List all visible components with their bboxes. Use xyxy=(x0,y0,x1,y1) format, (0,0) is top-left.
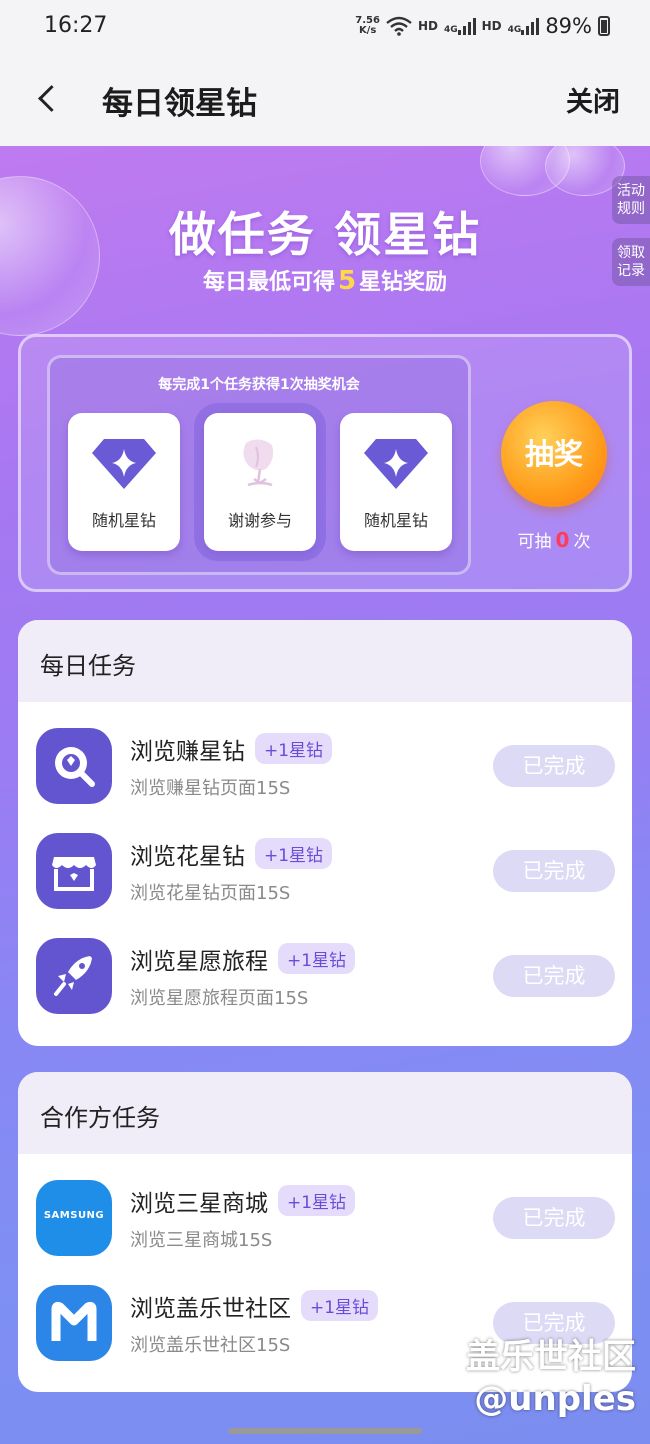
completed-button[interactable]: 已完成 xyxy=(493,955,615,997)
home-indicator[interactable] xyxy=(228,1428,422,1434)
reward-badge: +1星钻 xyxy=(255,733,333,764)
task-description: 浏览花星钻页面15S xyxy=(130,883,291,904)
card-title: 每日任务 xyxy=(18,620,632,702)
card-title: 合作方任务 xyxy=(18,1072,632,1154)
task-description: 浏览三星商城15S xyxy=(130,1230,273,1251)
task-name: 浏览三星商城 xyxy=(130,1191,268,1217)
samsung-logo-icon: SAMSUNG xyxy=(36,1180,112,1256)
draw-count-suffix: 次 xyxy=(573,532,591,552)
task-title: 浏览花星钻 +1星钻 xyxy=(130,837,333,871)
draw-count: 可抽 0 次 xyxy=(481,527,627,552)
task-row: SAMSUNG 浏览三星商城 +1星钻 浏览三星商城15S 已完成 xyxy=(18,1180,632,1260)
hero-sub-suffix: 星钻奖励 xyxy=(359,270,448,295)
prize-card-highlighted: 谢谢参与 xyxy=(204,413,316,551)
prize-label: 随机星钻 xyxy=(363,511,428,530)
watermark: 盖乐世社区 @unples xyxy=(466,1336,636,1420)
search-diamond-icon xyxy=(36,728,112,804)
diamond-icon xyxy=(92,439,156,489)
claim-records-tab[interactable]: 领取记录 xyxy=(612,238,650,286)
task-title: 浏览赚星钻 +1星钻 xyxy=(130,732,333,766)
rocket-icon xyxy=(36,938,112,1014)
completed-button[interactable]: 已完成 xyxy=(493,1197,615,1239)
prize-card: 随机星钻 xyxy=(68,413,180,551)
net-speed: 7.56 K/s xyxy=(355,16,380,36)
task-row: 浏览星愿旅程 +1星钻 浏览星愿旅程页面15S 已完成 xyxy=(18,938,632,1018)
wifi-icon xyxy=(386,16,412,36)
reward-badge: +1星钻 xyxy=(278,943,356,974)
sim2-hd: HD xyxy=(481,19,502,33)
watermark-line1: 盖乐世社区 xyxy=(466,1337,636,1377)
sim1-hd: HD xyxy=(417,19,438,33)
task-row: 浏览花星钻 +1星钻 浏览花星钻页面15S 已完成 xyxy=(18,833,632,913)
task-title: 浏览盖乐世社区 +1星钻 xyxy=(130,1289,379,1323)
app-header: 每日领星钻 关闭 xyxy=(0,56,650,146)
samsung-logo-text: SAMSUNG xyxy=(43,1210,105,1221)
task-name: 浏览赚星钻 xyxy=(130,739,245,765)
signal-1-icon xyxy=(457,17,476,35)
page-title: 每日领星钻 xyxy=(102,86,257,122)
draw-count-number: 0 xyxy=(555,528,570,552)
hero-sub-prefix: 每日最低可得 xyxy=(202,270,335,295)
prize-label: 随机星钻 xyxy=(91,511,156,530)
sim2-net: 4G xyxy=(507,25,522,35)
battery-percent: 89% xyxy=(545,14,592,38)
activity-rules-tab[interactable]: 活动规则 xyxy=(612,176,650,224)
lottery-panel: 每完成1个任务获得1次抽奖机会 随机星钻 谢谢参与 随机星钻 抽奖 可抽 0 次 xyxy=(18,334,632,592)
sad-flower-icon xyxy=(243,439,274,487)
close-button[interactable]: 关闭 xyxy=(566,80,620,119)
back-arrow-icon[interactable] xyxy=(30,82,66,118)
task-title: 浏览星愿旅程 +1星钻 xyxy=(130,942,356,976)
draw-count-prefix: 可抽 xyxy=(517,532,552,552)
diamond-icon xyxy=(364,439,428,489)
prize-card: 随机星钻 xyxy=(340,413,452,551)
completed-button[interactable]: 已完成 xyxy=(493,745,615,787)
signal-2-icon xyxy=(521,17,540,35)
status-indicators: 7.56 K/s HD 4G HD 4G 89% xyxy=(355,14,610,38)
task-description: 浏览赚星钻页面15S xyxy=(130,778,291,799)
battery-icon xyxy=(598,16,610,36)
task-description: 浏览星愿旅程页面15S xyxy=(130,988,309,1009)
status-time: 16:27 xyxy=(44,13,108,38)
reward-badge: +1星钻 xyxy=(301,1290,379,1321)
status-bar: 16:27 7.56 K/s HD 4G HD 4G 89% xyxy=(0,0,650,56)
task-name: 浏览星愿旅程 xyxy=(130,949,268,975)
daily-tasks-card: 每日任务 浏览赚星钻 +1星钻 浏览赚星钻页面15S 已完成 浏览花星钻 +1星… xyxy=(18,620,632,1046)
completed-button[interactable]: 已完成 xyxy=(493,850,615,892)
draw-button[interactable]: 抽奖 xyxy=(501,401,607,507)
hero-subtitle: 每日最低可得 5 星钻奖励 xyxy=(0,264,650,296)
task-row: 浏览赚星钻 +1星钻 浏览赚星钻页面15S 已完成 xyxy=(18,728,632,808)
store-icon xyxy=(36,833,112,909)
task-name: 浏览花星钻 xyxy=(130,844,245,870)
net-speed-unit: K/s xyxy=(358,25,377,36)
prize-area: 每完成1个任务获得1次抽奖机会 随机星钻 谢谢参与 随机星钻 xyxy=(47,355,471,575)
reward-badge: +1星钻 xyxy=(255,838,333,869)
hero-title: 做任务 领星钻 xyxy=(168,208,482,263)
main-content[interactable]: 做任务 领星钻 每日最低可得 5 星钻奖励 活动规则 领取记录 每完成1个任务获得1… xyxy=(0,146,650,1444)
task-title: 浏览三星商城 +1星钻 xyxy=(130,1184,356,1218)
members-m-icon xyxy=(36,1285,112,1361)
sim1-net: 4G xyxy=(443,25,458,35)
task-description: 浏览盖乐世社区15S xyxy=(130,1335,291,1356)
reward-badge: +1星钻 xyxy=(278,1185,356,1216)
hero-sub-number: 5 xyxy=(337,266,357,296)
watermark-line2: @unples xyxy=(474,1379,636,1419)
task-name: 浏览盖乐世社区 xyxy=(130,1296,291,1322)
prize-label: 谢谢参与 xyxy=(227,511,292,530)
prize-hint: 每完成1个任务获得1次抽奖机会 xyxy=(158,377,360,393)
